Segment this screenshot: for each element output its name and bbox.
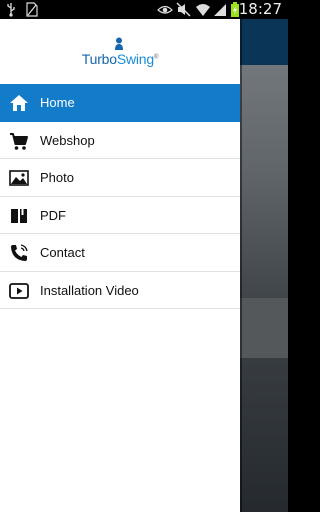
signal-icon	[214, 4, 226, 16]
menu-label-home: Home	[40, 95, 75, 110]
no-sim-icon	[26, 2, 38, 17]
golfer-icon	[115, 37, 123, 50]
menu-list: Home Webshop Photo PDF Contact Installat…	[0, 84, 240, 309]
book-icon	[11, 208, 27, 223]
drawer-shadow	[240, 19, 242, 512]
eye-icon	[157, 5, 173, 14]
menu-item-webshop[interactable]: Webshop	[0, 122, 240, 159]
logo-text-turbo: Turbo	[81, 51, 117, 67]
status-bar: 18:27	[0, 0, 288, 19]
status-time: 18:27	[238, 0, 282, 18]
mute-icon	[176, 2, 191, 17]
background-app-content[interactable]	[240, 19, 288, 512]
logo-registered-mark: ®	[153, 54, 159, 61]
navigation-drawer: TurboSwing® Home Webshop Photo PDF Conta…	[0, 19, 240, 512]
app-logo: TurboSwing®	[0, 19, 240, 84]
menu-item-pdf[interactable]: PDF	[0, 197, 240, 234]
image-icon	[9, 170, 29, 186]
wifi-icon	[196, 4, 210, 16]
menu-label-photo: Photo	[40, 170, 74, 185]
play-icon	[9, 282, 29, 299]
menu-label-pdf: PDF	[40, 207, 66, 223]
menu-item-contact[interactable]: Contact	[0, 234, 240, 272]
background-app-bar	[240, 19, 288, 65]
logo-wordmark: TurboSwing®	[0, 51, 240, 67]
menu-label-installation-video: Installation Video	[40, 282, 139, 298]
home-icon	[10, 95, 28, 111]
menu-item-installation-video[interactable]: Installation Video	[0, 272, 240, 309]
phone-icon	[11, 244, 28, 261]
menu-label-contact: Contact	[40, 245, 85, 260]
menu-label-webshop: Webshop	[40, 132, 95, 148]
menu-item-photo[interactable]: Photo	[0, 159, 240, 197]
usb-icon	[7, 3, 15, 17]
cart-icon	[10, 132, 28, 150]
menu-item-home[interactable]: Home	[0, 84, 240, 122]
background-app-strip	[240, 298, 288, 358]
logo-text-swing: Swing	[116, 51, 154, 67]
